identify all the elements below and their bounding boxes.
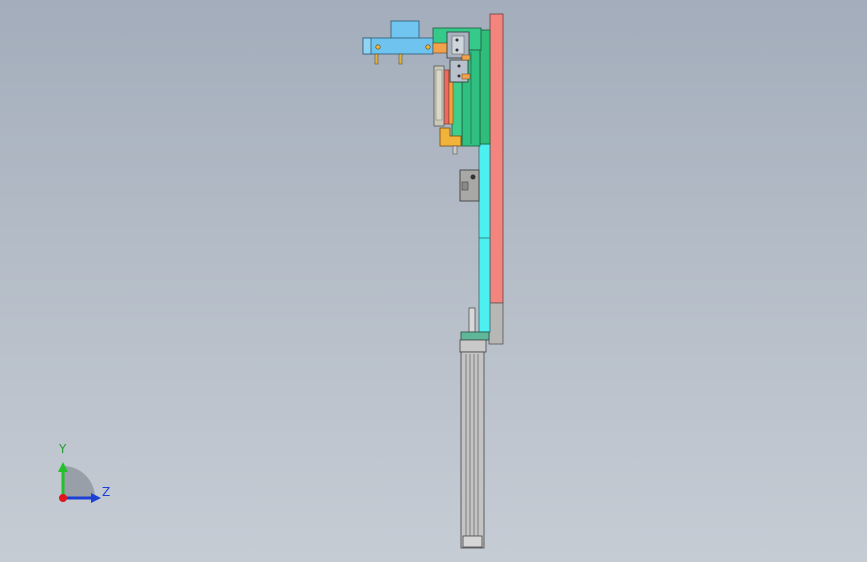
mechanism-bolt-d xyxy=(457,74,461,78)
cylinder-body[interactable] xyxy=(460,351,485,549)
triad-arc xyxy=(63,466,95,498)
carriage-side[interactable] xyxy=(451,81,463,143)
cylinder-head[interactable] xyxy=(460,331,490,341)
back-plate-base[interactable] xyxy=(488,302,504,345)
mechanism-bolt-c xyxy=(457,64,461,68)
clamp-end-cap[interactable] xyxy=(362,37,372,55)
cylinder-cap[interactable] xyxy=(459,339,487,353)
cad-viewport[interactable]: Y Z xyxy=(0,0,867,562)
upper-mount-plate[interactable] xyxy=(479,29,491,145)
sensor-hole xyxy=(470,174,476,180)
bracket-screw xyxy=(452,145,458,155)
piston-rod[interactable] xyxy=(468,307,476,333)
cad-model[interactable] xyxy=(0,0,867,562)
clamp-pin-2[interactable] xyxy=(398,53,403,65)
triad-graphic xyxy=(58,462,101,503)
clamp-arm[interactable] xyxy=(362,37,434,55)
x-axis-dot xyxy=(59,494,67,502)
mechanism-plate-inner xyxy=(451,35,465,55)
clamp-pin-1[interactable] xyxy=(374,53,379,65)
sensor-notch xyxy=(461,181,469,191)
back-plate[interactable] xyxy=(489,13,504,304)
axis-triad: Y Z xyxy=(45,438,125,513)
y-axis-label: Y xyxy=(59,442,67,456)
clamp-bolt-2 xyxy=(425,44,431,50)
orange-tab xyxy=(461,54,471,61)
clamp-top-block[interactable] xyxy=(390,20,420,40)
z-axis-label: Z xyxy=(102,485,111,499)
gray-guide-inner xyxy=(435,69,443,121)
cylinder-end-cap[interactable] xyxy=(462,535,483,548)
orange-tab-2 xyxy=(461,73,471,80)
mechanism-bolt-b xyxy=(455,48,459,52)
red-strip[interactable] xyxy=(443,69,450,125)
z-axis-arrow xyxy=(91,493,101,503)
mechanism-bolt-a xyxy=(455,38,459,42)
clamp-bolt xyxy=(375,44,381,50)
